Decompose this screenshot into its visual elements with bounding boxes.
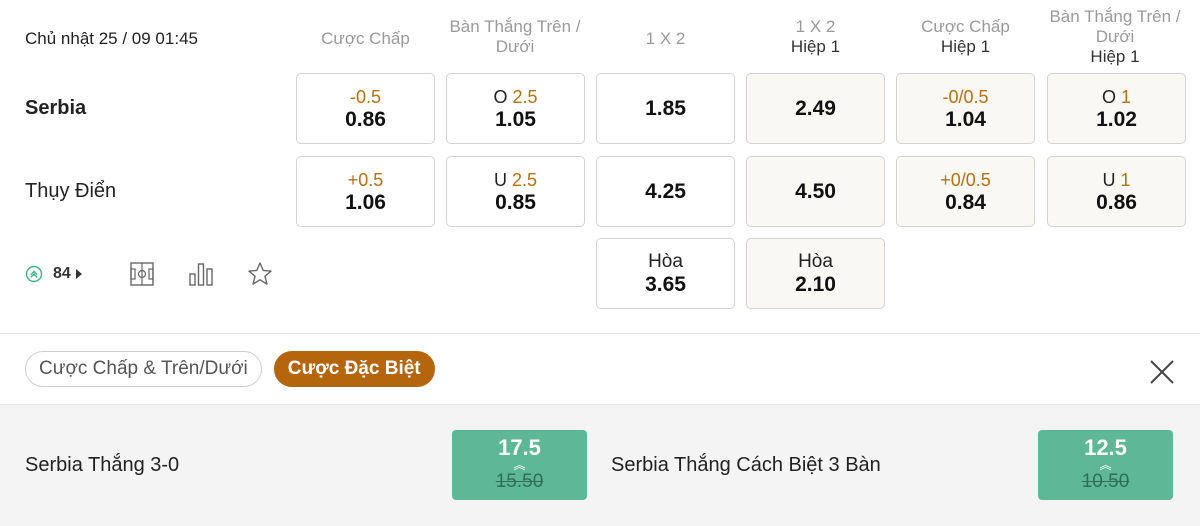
odds-draw-1x2[interactable]: Hòa 3.65 xyxy=(596,238,735,309)
odds-away-handicap-half[interactable]: +0/0.5 0.84 xyxy=(896,156,1035,227)
special-bet-label: Serbia Thắng 3-0 xyxy=(25,454,180,476)
special-bet-odds-button[interactable]: 12.5 ︽ 10.50 xyxy=(1038,430,1173,500)
odds-home-over[interactable]: O 2.5 1.05 xyxy=(446,73,585,144)
odds-away-under-half[interactable]: U 1 0.86 xyxy=(1047,156,1186,227)
odds-away-1x2-half[interactable]: 4.50 xyxy=(746,156,885,227)
close-icon[interactable] xyxy=(1148,358,1176,386)
odds-home-1x2-half[interactable]: 2.49 xyxy=(746,73,885,144)
special-bets-panel xyxy=(0,404,1200,526)
header-handicap-half: Cược Chấp Hiệp 1 xyxy=(921,17,1010,56)
stats-count: 84 xyxy=(53,265,71,282)
away-team-name: Thụy Điển xyxy=(25,180,117,202)
match-datetime: Chủ nhật 25 / 09 01:45 xyxy=(25,29,198,48)
star-icon[interactable] xyxy=(247,261,273,287)
section-divider xyxy=(0,333,1200,334)
match-stats-toggle[interactable]: 84 xyxy=(25,262,82,286)
odds-up-icon: ︽ xyxy=(1099,458,1112,472)
odds-home-handicap[interactable]: -0.5 0.86 xyxy=(296,73,435,144)
special-bet-odds-button[interactable]: 17.5 ︽ 15.50 xyxy=(452,430,587,500)
special-bet-odd: 17.5 xyxy=(498,435,541,460)
expand-arrow-icon xyxy=(75,269,82,279)
special-bet-old-odd: 15.50 xyxy=(495,471,544,492)
bar-chart-icon[interactable] xyxy=(188,261,214,287)
header-handicap: Cược Chấp xyxy=(321,29,410,48)
odds-draw-1x2-half[interactable]: Hòa 2.10 xyxy=(746,238,885,309)
odds-home-over-half[interactable]: O 1 1.02 xyxy=(1047,73,1186,144)
odds-away-1x2[interactable]: 4.25 xyxy=(596,156,735,227)
header-1x2: 1 X 2 xyxy=(645,29,686,48)
market-tabs: Cược Chấp & Trên/Dưới Cược Đặc Biệt xyxy=(25,351,435,387)
header-over-under: Bàn Thắng Trên / Dưới xyxy=(449,17,581,56)
odds-up-icon: ︽ xyxy=(513,458,526,472)
special-bet-odd: 12.5 xyxy=(1084,435,1127,460)
header-1x2-half: 1 X 2 Hiệp 1 xyxy=(790,17,841,56)
match-card: Chủ nhật 25 / 09 01:45 Serbia Thụy Điển … xyxy=(0,0,1200,333)
home-team-name: Serbia xyxy=(25,97,87,119)
tab-handicap-over-under[interactable]: Cược Chấp & Trên/Dưới xyxy=(25,351,262,387)
odds-away-under[interactable]: U 2.5 0.85 xyxy=(446,156,585,227)
odds-home-handicap-half[interactable]: -0/0.5 1.04 xyxy=(896,73,1035,144)
odds-home-1x2[interactable]: 1.85 xyxy=(596,73,735,144)
special-bet-old-odd: 10.50 xyxy=(1081,471,1130,492)
tab-special-bets[interactable]: Cược Đặc Biệt xyxy=(273,351,435,387)
odds-away-handicap[interactable]: +0.5 1.06 xyxy=(296,156,435,227)
live-stream-icon xyxy=(25,265,43,283)
special-bet-label: Serbia Thắng Cách Biệt 3 Bàn xyxy=(611,454,881,476)
field-icon[interactable] xyxy=(129,261,155,287)
header-over-under-half: Bàn Thắng Trên / Dưới Hiệp 1 xyxy=(1049,7,1181,66)
